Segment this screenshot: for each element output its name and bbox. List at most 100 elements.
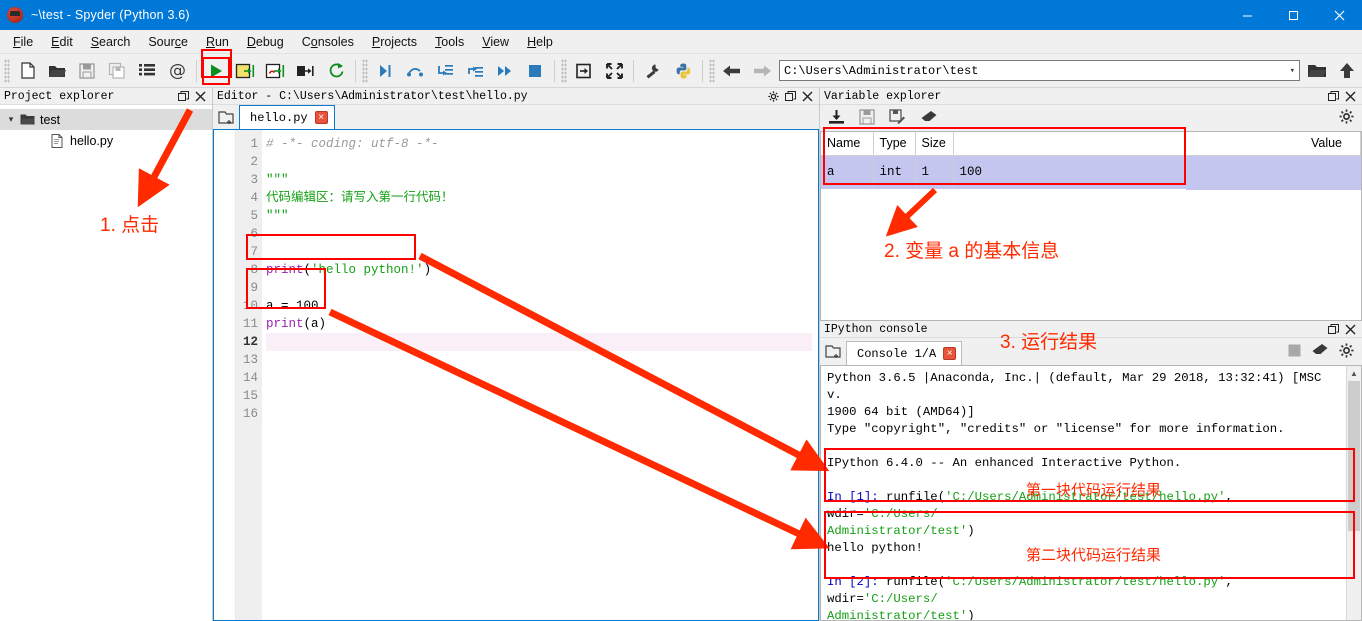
- remove-all-variables-icon[interactable]: [920, 110, 938, 127]
- code-line[interactable]: [266, 351, 812, 369]
- console-scrollbar[interactable]: ▲: [1346, 366, 1361, 620]
- menu-item-search[interactable]: Search: [82, 32, 140, 52]
- toolbar-grip[interactable]: [709, 58, 715, 83]
- toolbar-grip[interactable]: [4, 58, 10, 83]
- open-file-icon[interactable]: [42, 56, 72, 86]
- column-header-name[interactable]: Name: [821, 132, 874, 156]
- code-line[interactable]: [266, 153, 812, 171]
- scrollbar-thumb[interactable]: [1348, 381, 1360, 531]
- browse-tabs-icon[interactable]: [213, 105, 239, 129]
- forward-icon[interactable]: [747, 56, 777, 86]
- code-line[interactable]: [266, 243, 812, 261]
- pythonpath-icon[interactable]: [668, 56, 698, 86]
- code-line[interactable]: [266, 405, 812, 423]
- code-line[interactable]: [266, 387, 812, 405]
- close-icon[interactable]: [1345, 324, 1356, 335]
- menu-item-projects[interactable]: Projects: [363, 32, 426, 52]
- options-gear-icon[interactable]: [1339, 343, 1354, 361]
- undock-icon[interactable]: [1328, 323, 1339, 335]
- close-icon[interactable]: [1345, 91, 1356, 102]
- tree-item-test[interactable]: ▾ test: [0, 109, 212, 130]
- variable-type-cell[interactable]: int: [873, 155, 916, 189]
- remove-all-variables-icon[interactable]: [1311, 343, 1329, 360]
- parent-directory-icon[interactable]: [1332, 56, 1362, 86]
- undock-icon[interactable]: [1328, 90, 1339, 102]
- menu-item-consoles[interactable]: Consoles: [293, 32, 363, 52]
- close-icon[interactable]: ×: [314, 111, 328, 124]
- debug-step-return-icon[interactable]: [460, 56, 490, 86]
- code-line[interactable]: [266, 369, 812, 387]
- new-file-icon[interactable]: [12, 56, 42, 86]
- debug-step-into-icon[interactable]: [430, 56, 460, 86]
- code-text-area[interactable]: # -*- coding: utf-8 -*- """ 代码编辑区：请写入第一行代…: [262, 130, 812, 620]
- close-icon[interactable]: [802, 91, 813, 102]
- maximize-pane-icon[interactable]: [569, 56, 599, 86]
- variable-table-container[interactable]: Name Type Size Value a int 1 100: [820, 131, 1362, 321]
- menu-item-file[interactable]: File: [4, 32, 42, 52]
- close-button[interactable]: [1316, 0, 1362, 30]
- back-icon[interactable]: [717, 56, 747, 86]
- menu-item-view[interactable]: View: [473, 32, 518, 52]
- column-header-value[interactable]: Value: [953, 132, 1361, 156]
- gear-icon[interactable]: [768, 90, 779, 102]
- debug-stop-icon[interactable]: [520, 56, 550, 86]
- re-run-icon[interactable]: [321, 56, 351, 86]
- toolbar-grip[interactable]: [561, 58, 567, 83]
- code-line[interactable]: """: [266, 207, 812, 225]
- menu-item-debug[interactable]: Debug: [238, 32, 293, 52]
- chevron-down-icon[interactable]: ▾: [4, 114, 18, 125]
- code-line[interactable]: 代码编辑区：请写入第一行代码！: [266, 189, 812, 207]
- menu-item-tools[interactable]: Tools: [426, 32, 473, 52]
- run-cell-icon[interactable]: [231, 56, 261, 86]
- maximize-button[interactable]: [1270, 0, 1316, 30]
- code-line[interactable]: # -*- coding: utf-8 -*-: [266, 135, 812, 153]
- menu-item-source[interactable]: Source: [139, 32, 197, 52]
- undock-icon[interactable]: [785, 90, 796, 102]
- editor-tab-hello-py[interactable]: hello.py ×: [239, 105, 335, 129]
- code-line[interactable]: print(a): [266, 315, 812, 333]
- console-tab-1[interactable]: Console 1/A ×: [846, 341, 963, 365]
- minimize-button[interactable]: [1224, 0, 1270, 30]
- variable-size-cell[interactable]: 1: [915, 155, 954, 189]
- code-editor[interactable]: 1 2 3 4 5 6 7 8 9 10 11 12 13 14 15 16 # -*- coding: ut…: [213, 130, 819, 621]
- debug-file-icon[interactable]: [370, 56, 400, 86]
- toolbar-grip[interactable]: [362, 58, 368, 83]
- project-tree[interactable]: ▾ test hello.py: [0, 105, 212, 621]
- code-line[interactable]: [266, 333, 812, 351]
- working-directory-combobox[interactable]: C:\Users\Administrator\test ▾: [779, 60, 1300, 81]
- code-line[interactable]: [266, 279, 812, 297]
- code-line[interactable]: """: [266, 171, 812, 189]
- run-selection-icon[interactable]: [291, 56, 321, 86]
- run-cell-advance-icon[interactable]: [261, 56, 291, 86]
- editor-breakpoint-margin[interactable]: [214, 130, 236, 620]
- column-header-size[interactable]: Size: [915, 132, 954, 156]
- save-data-icon[interactable]: [859, 108, 875, 128]
- close-icon[interactable]: [195, 91, 206, 102]
- code-line[interactable]: print('hello python!'): [266, 261, 812, 279]
- variable-name-cell[interactable]: a: [821, 155, 874, 189]
- fullscreen-icon[interactable]: [599, 56, 629, 86]
- options-gear-icon[interactable]: [1339, 109, 1354, 127]
- open-folder-icon[interactable]: [1302, 56, 1332, 86]
- file-switcher-icon[interactable]: [132, 56, 162, 86]
- menu-item-edit[interactable]: Edit: [42, 32, 82, 52]
- code-line[interactable]: a = 100: [266, 297, 812, 315]
- debug-continue-icon[interactable]: [490, 56, 520, 86]
- tree-item-hello-py[interactable]: hello.py: [0, 130, 212, 151]
- menu-item-help[interactable]: Help: [518, 32, 562, 52]
- run-file-icon[interactable]: [201, 56, 231, 86]
- column-header-type[interactable]: Type: [873, 132, 916, 156]
- preferences-icon[interactable]: [638, 56, 668, 86]
- chevron-down-icon[interactable]: ▾: [1286, 66, 1295, 76]
- menu-item-run[interactable]: Run: [197, 32, 238, 52]
- import-data-icon[interactable]: [828, 109, 845, 128]
- save-all-icon[interactable]: [102, 56, 132, 86]
- debug-step-over-icon[interactable]: [400, 56, 430, 86]
- close-icon[interactable]: ×: [943, 347, 957, 360]
- code-line[interactable]: [266, 225, 812, 243]
- browse-tabs-icon[interactable]: [820, 340, 846, 364]
- find-symbol-icon[interactable]: @: [162, 56, 192, 86]
- save-file-icon[interactable]: [72, 56, 102, 86]
- scroll-up-icon[interactable]: ▲: [1347, 366, 1361, 381]
- save-data-as-icon[interactable]: [889, 108, 906, 128]
